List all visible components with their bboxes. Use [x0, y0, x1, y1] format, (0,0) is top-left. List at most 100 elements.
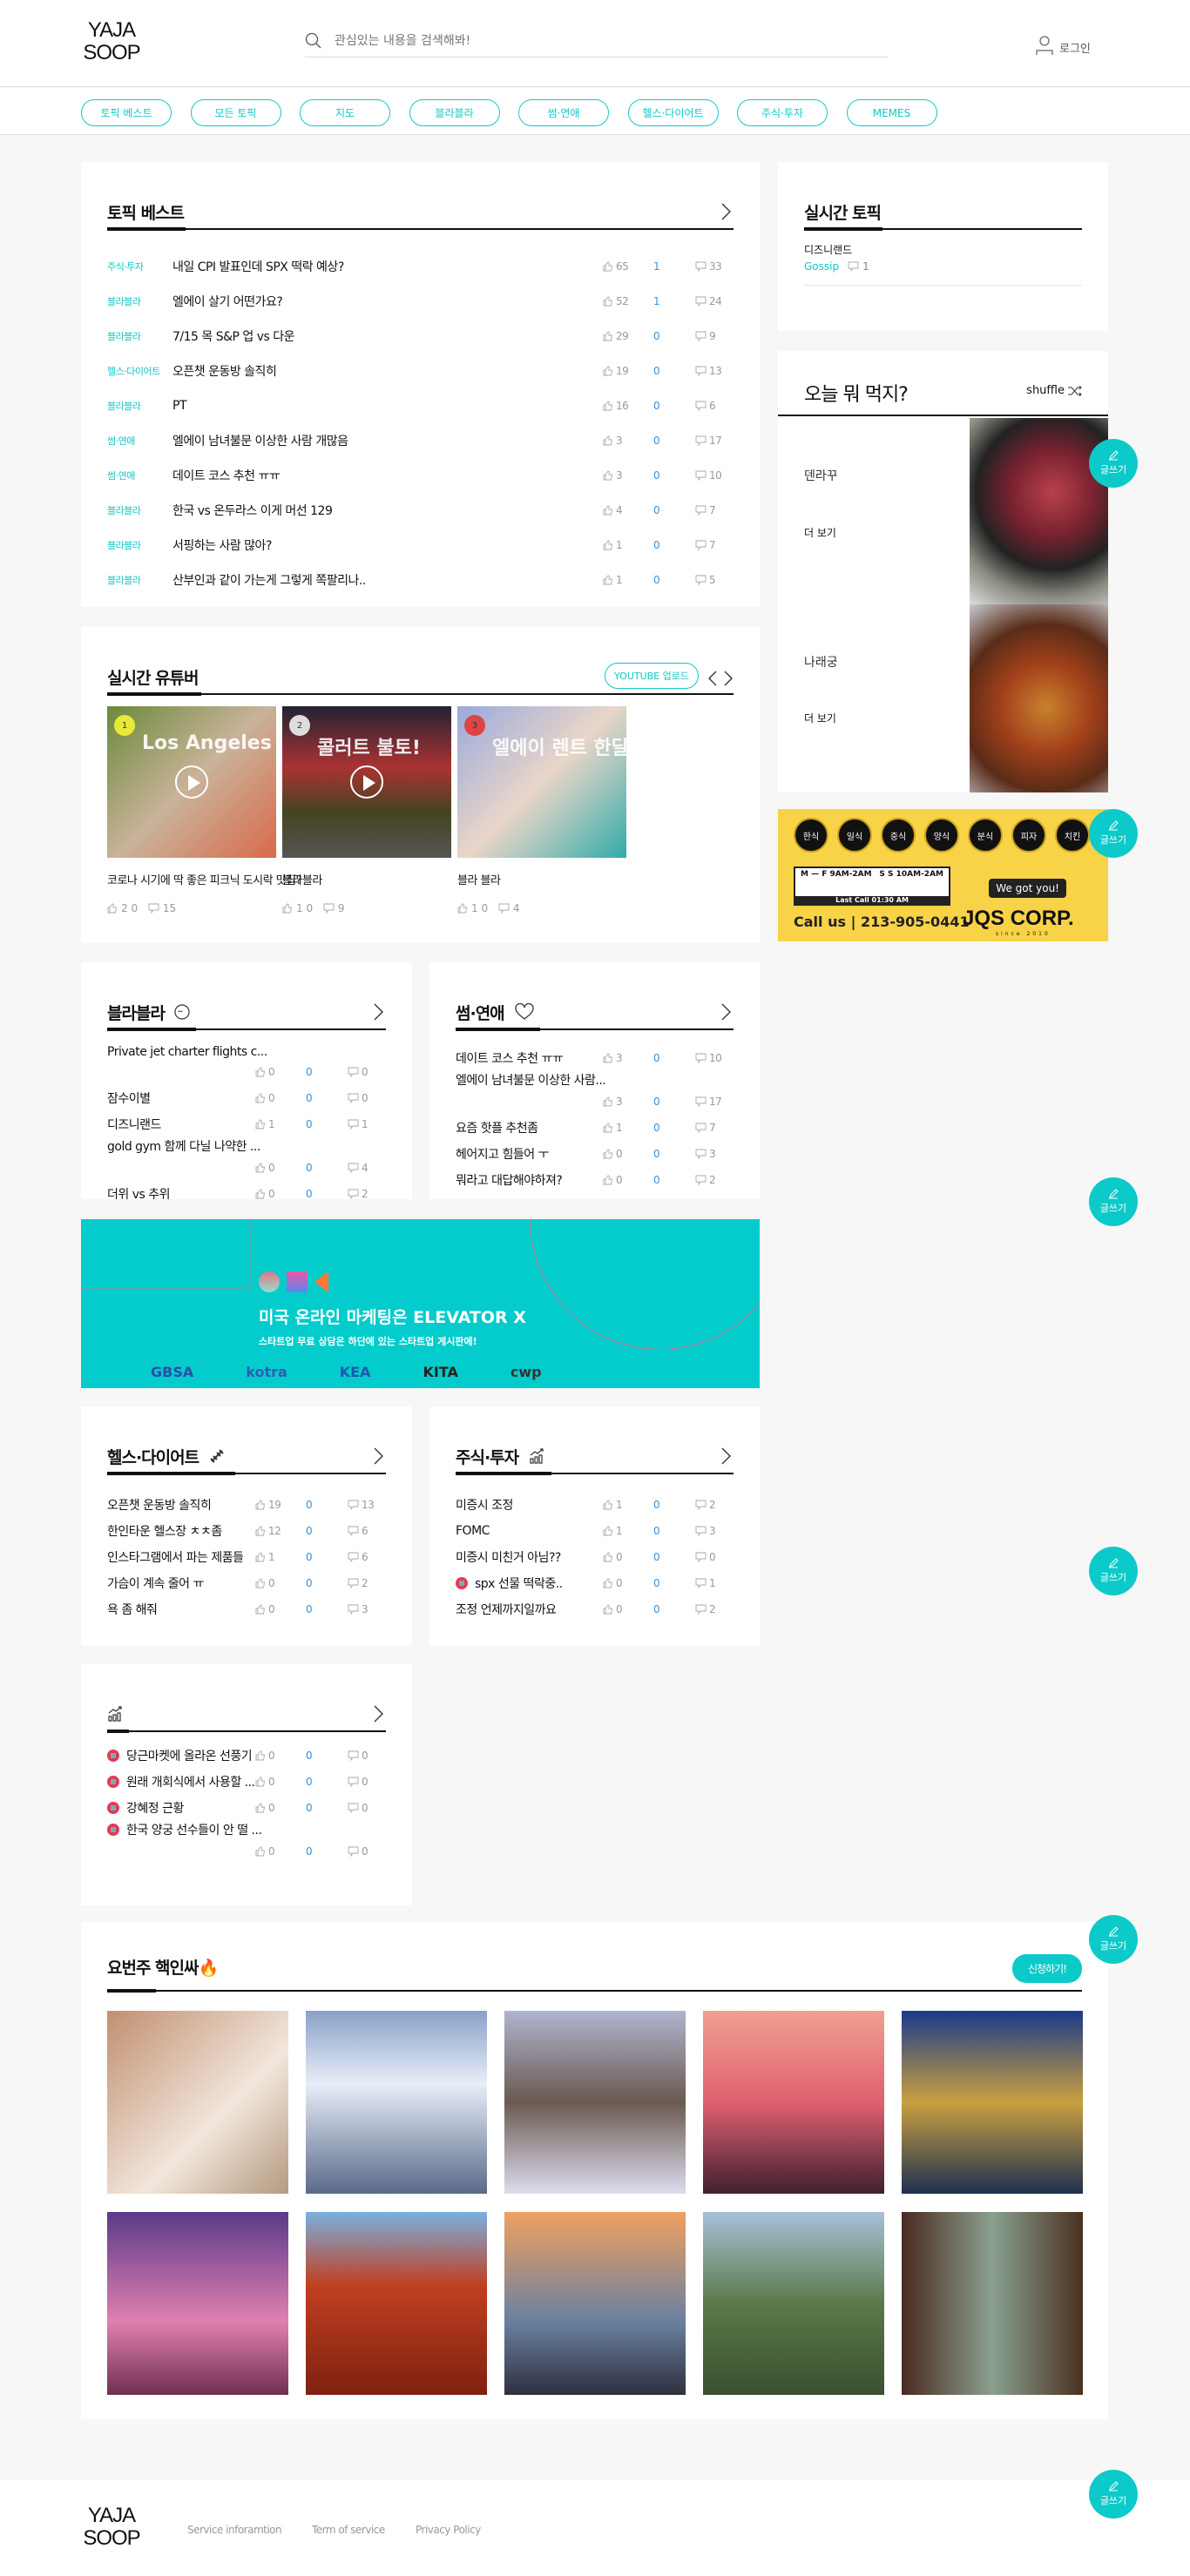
video-caption[interactable]: 코로나 시기에 딱 좋은 피크닉 도시락 맛집?: [107, 871, 302, 887]
video-thumbnail[interactable]: 1 Los Angeles: [107, 706, 276, 858]
post-title[interactable]: 인스타그램에서 파는 제품들: [107, 1548, 243, 1566]
post-title[interactable]: 데이트 코스 추천 ㅠㅠ: [456, 1049, 563, 1067]
insider-photo[interactable]: [703, 2011, 884, 2194]
post-title[interactable]: 오픈챗 운동방 솔직히: [107, 1496, 211, 1514]
post-title[interactable]: 서핑하는 사람 많아?: [172, 536, 603, 554]
chevron-right-icon[interactable]: [718, 1002, 734, 1022]
post-title[interactable]: FOMC: [456, 1524, 490, 1538]
category-tag[interactable]: 주식·투자: [107, 260, 172, 273]
post-row[interactable]: 더위 vs 추위 0 0 2: [107, 1181, 386, 1207]
post-title[interactable]: 헤어지고 힘들어 ㅜ: [456, 1145, 549, 1163]
post-title[interactable]: 가슴이 계속 줄어 ㅠ: [107, 1575, 204, 1592]
shuffle-button[interactable]: shuffle: [1026, 384, 1082, 397]
post-title[interactable]: 디즈니랜드: [107, 1116, 161, 1133]
insider-photo[interactable]: [107, 2212, 288, 2395]
chevron-right-icon[interactable]: [370, 1446, 386, 1466]
post-title[interactable]: 오픈챗 운동방 솔직히: [172, 362, 603, 380]
post-row[interactable]: 오픈챗 운동방 솔직히 19 0 13: [107, 1492, 386, 1518]
topic-row[interactable]: 블라블라 PT 16 0 6: [107, 388, 734, 423]
post-title[interactable]: 데이트 코스 추천 ㅠㅠ: [172, 467, 603, 484]
post-title[interactable]: 7/15 목 S&P 업 vs 다운: [172, 327, 603, 345]
post-row[interactable]: 한인타운 헬스장 ㅊㅊ좀 12 0 6: [107, 1518, 386, 1544]
restaurant-photo[interactable]: [970, 418, 1108, 604]
topic-row[interactable]: 블라블라 산부인과 같이 가는게 그렇게 쪽팔리나.. 1 0 5: [107, 563, 734, 597]
elevator-x-ad-banner[interactable]: 미국 온라인 마케팅은 ELEVATOR X 스타트업 무료 상담은 하단에 있…: [81, 1219, 760, 1388]
post-row[interactable]: 욕 좀 해줘 0 0 3: [107, 1596, 386, 1622]
post-row[interactable]: 인스타그램에서 파는 제품들 1 0 6: [107, 1544, 386, 1570]
post-title[interactable]: 엘에이 남녀불문 이상한 사람 개많음: [172, 432, 603, 449]
post-row[interactable]: gold gym 함께 다닐 나약한 ... 0 0 4: [107, 1137, 386, 1181]
nav-pill[interactable]: 썸·연애: [518, 99, 609, 126]
category-tag[interactable]: 블라블라: [107, 573, 172, 587]
post-title[interactable]: 산부인과 같이 가는게 그렇게 쪽팔리나..: [172, 571, 603, 589]
post-row[interactable]: 뭐라고 대답해야하져? 0 0 2: [456, 1167, 734, 1193]
post-row[interactable]: Private jet charter flights c... 0 0 0: [107, 1045, 386, 1085]
insider-photo[interactable]: [703, 2212, 884, 2395]
post-row[interactable]: spx 선물 떡락중.. 0 0 1: [456, 1570, 734, 1596]
search-input[interactable]: [335, 33, 889, 48]
topic-row[interactable]: 헬스·다이어트 오픈챗 운동방 솔직히 19 0 13: [107, 354, 734, 388]
logo[interactable]: YAJA SOOP: [81, 19, 142, 64]
post-title[interactable]: 한국 양궁 선수들이 안 떨 ...: [126, 1821, 261, 1838]
topic-row[interactable]: 블라블라 한국 vs 온두라스 이게 머선 129 4 0 7: [107, 493, 734, 528]
post-title[interactable]: 내일 CPI 발표인데 SPX 떡락 예상?: [172, 258, 603, 275]
category-tag[interactable]: 헬스·다이어트: [107, 364, 172, 378]
category-tag[interactable]: 썸·연애: [107, 469, 172, 482]
nav-pill[interactable]: MEMES: [846, 99, 937, 126]
nav-pill[interactable]: 블라블라: [409, 99, 500, 126]
post-title[interactable]: 조정 언제까지일까요: [456, 1601, 556, 1618]
insider-photo[interactable]: [306, 2011, 487, 2194]
post-row[interactable]: 조정 언제까지일까요 0 0 2: [456, 1596, 734, 1622]
post-title[interactable]: 잠수이별: [107, 1089, 151, 1107]
topic-tag[interactable]: Gossip: [804, 260, 839, 273]
insider-photo[interactable]: [107, 2011, 288, 2194]
nav-pill[interactable]: 헬스·다이어트: [627, 99, 719, 126]
apply-button[interactable]: 신청하기!: [1012, 1954, 1082, 1983]
post-title[interactable]: Private jet charter flights c...: [107, 1045, 267, 1059]
chevron-right-icon[interactable]: [718, 202, 734, 221]
post-row[interactable]: 헤어지고 힘들어 ㅜ 0 0 3: [456, 1141, 734, 1167]
post-title[interactable]: gold gym 함께 다닐 나약한 ...: [107, 1137, 260, 1155]
post-row[interactable]: 한국 양궁 선수들이 안 떨 ... 0 0 0: [107, 1821, 386, 1865]
post-row[interactable]: 미증시 미친거 아님?? 0 0 0: [456, 1544, 734, 1570]
login-button[interactable]: 로그인: [1035, 35, 1091, 56]
post-row[interactable]: 엘에이 남녀불문 이상한 사람... 3 0 17: [456, 1071, 734, 1115]
post-title[interactable]: PT: [172, 399, 603, 413]
post-title[interactable]: 미증시 조정: [456, 1496, 513, 1514]
more-link[interactable]: 더 보기: [804, 525, 836, 540]
post-row[interactable]: 강혜정 근황 0 0 0: [107, 1795, 386, 1821]
write-post-button[interactable]: 글쓰기: [1089, 809, 1138, 858]
topic-row[interactable]: 썸·연애 데이트 코스 추천 ㅠㅠ 3 0 10: [107, 458, 734, 493]
footer-link-privacy[interactable]: Privacy Policy: [416, 2524, 481, 2536]
realtime-topic-item[interactable]: 디즈니랜드 Gossip 1: [804, 242, 1082, 286]
post-row[interactable]: 미증시 조정 1 0 2: [456, 1492, 734, 1518]
nav-pill[interactable]: 모든 토픽: [190, 99, 281, 126]
insider-photo[interactable]: [306, 2212, 487, 2395]
insider-photo[interactable]: [504, 2011, 686, 2194]
nav-pill[interactable]: 토픽 베스트: [81, 99, 172, 126]
post-row[interactable]: 당근마켓에 올라온 선풍기 0 0 0: [107, 1743, 386, 1769]
write-post-button[interactable]: 글쓰기: [1089, 439, 1138, 488]
post-row[interactable]: 요즘 핫플 추천좀 1 0 7: [456, 1115, 734, 1141]
post-row[interactable]: 디즈니랜드 1 0 1: [107, 1111, 386, 1137]
category-tag[interactable]: 블라블라: [107, 329, 172, 343]
video-caption[interactable]: 블라블라: [282, 871, 322, 887]
chevron-right-icon[interactable]: [370, 1002, 386, 1022]
footer-link-terms[interactable]: Term of service: [312, 2524, 385, 2536]
post-row[interactable]: 잠수이별 0 0 0: [107, 1085, 386, 1111]
chevron-right-icon[interactable]: [370, 1704, 386, 1723]
post-row[interactable]: 데이트 코스 추천 ㅠㅠ 3 0 10: [456, 1045, 734, 1071]
jqs-ad-banner[interactable]: 한식 일식 중식 양식 분식 피자 치킨 M — F 9AM-2AM S S 10AM-2AM…: [778, 809, 1108, 941]
insider-photo[interactable]: [504, 2212, 686, 2395]
more-link[interactable]: 더 보기: [804, 711, 836, 725]
category-tag[interactable]: 블라블라: [107, 294, 172, 308]
footer-logo[interactable]: YAJA SOOP: [81, 2505, 142, 2550]
topic-row[interactable]: 블라블라 7/15 목 S&P 업 vs 다운 29 0 9: [107, 319, 734, 354]
topic-row[interactable]: 블라블라 서핑하는 사람 많아? 1 0 7: [107, 528, 734, 563]
nav-pill[interactable]: 지도: [300, 99, 390, 126]
topic-row[interactable]: 썸·연애 엘에이 남녀불문 이상한 사람 개많음 3 0 17: [107, 423, 734, 458]
post-title[interactable]: 욕 좀 해줘: [107, 1601, 157, 1618]
restaurant-name[interactable]: 덴라꾸: [804, 467, 838, 484]
video-caption[interactable]: 블라 블라: [457, 871, 501, 887]
write-post-button[interactable]: 글쓰기: [1089, 1177, 1138, 1226]
